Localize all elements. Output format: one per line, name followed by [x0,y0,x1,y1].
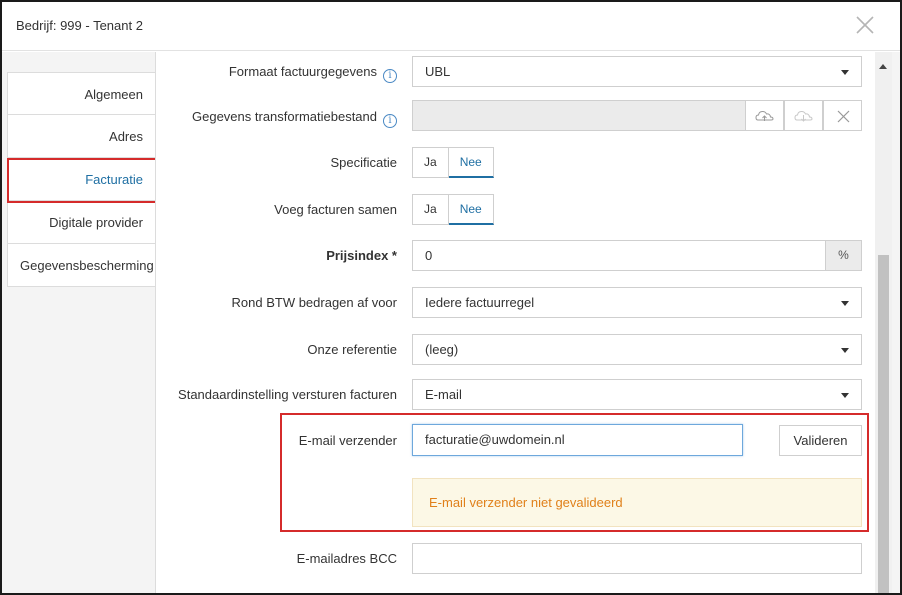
dialog-body: Algemeen Adres Facturatie Digitale provi… [2,52,900,593]
info-icon[interactable]: i [383,69,397,83]
transform-label: Gegevens transformatiebestand i [192,108,397,128]
close-icon[interactable] [854,14,876,36]
upload-button[interactable] [745,100,784,131]
email-verzender-label: E-mail verzender [298,433,397,448]
scroll-up-arrow-icon[interactable] [879,64,887,69]
prijsindex-label: Prijsindex * [326,248,397,263]
rond-btw-select[interactable]: Iedere factuurregel [412,287,862,318]
cloud-upload-icon [755,110,774,121]
specificatie-ja-option[interactable]: Ja [412,147,449,178]
specificatie-nee-option[interactable]: Nee [448,147,494,178]
format-select[interactable]: UBL [412,56,862,87]
validate-button[interactable]: Valideren [779,425,862,456]
bcc-label: E-mailadres BCC [296,551,397,566]
sidebar-item-label: Algemeen [84,87,143,102]
standaard-select[interactable]: E-mail [412,379,862,410]
voeg-samen-ja-option[interactable]: Ja [412,194,449,225]
sidebar-item-label: Digitale provider [49,215,143,230]
transform-file-field[interactable] [412,100,862,131]
dialog-title: Bedrijf: 999 - Tenant 2 [16,18,143,33]
sidebar-item-digitale-provider[interactable]: Digitale provider [7,201,156,244]
chevron-down-icon [841,348,849,353]
voeg-samen-toggle: Ja Nee [412,194,494,225]
voeg-samen-label: Voeg facturen samen [274,202,397,217]
format-label: Formaat factuurgegevens i [229,63,397,83]
info-icon[interactable]: i [383,114,397,128]
close-icon [837,110,850,123]
email-warning-message: E-mail verzender niet gevalideerd [412,478,862,527]
sidebar-item-gegevensbescherming[interactable]: Gegevensbescherming [7,244,156,287]
specificatie-label: Specificatie [330,155,397,170]
chevron-down-icon [841,393,849,398]
chevron-down-icon [841,301,849,306]
sidebar-item-label: Adres [109,129,143,144]
onze-referentie-select[interactable]: (leeg) [412,334,862,365]
email-verzender-input[interactable]: facturatie@uwdomein.nl [412,424,743,456]
chevron-down-icon [841,70,849,75]
download-button[interactable] [784,100,823,131]
rond-btw-label: Rond BTW bedragen af voor [231,295,397,310]
sidebar-item-facturatie[interactable]: Facturatie [7,158,156,201]
specificatie-toggle: Ja Nee [412,147,494,178]
dialog-header: Bedrijf: 999 - Tenant 2 [2,2,900,51]
voeg-samen-nee-option[interactable]: Nee [448,194,494,225]
sidebar-item-algemeen[interactable]: Algemeen [7,72,156,115]
cloud-download-icon [794,110,813,122]
prijsindex-input[interactable]: 0 % [412,240,862,271]
scrollbar[interactable] [875,52,892,593]
sidebar-item-adres[interactable]: Adres [7,115,156,158]
sidebar-nav: Algemeen Adres Facturatie Digitale provi… [7,72,156,287]
percent-suffix: % [825,240,862,271]
form-panel: Formaat factuurgegevens i UBL Gegevens tr… [155,52,875,593]
onze-referentie-label: Onze referentie [307,342,397,357]
clear-file-button[interactable] [823,100,862,131]
standaard-label: Standaardinstelling versturen facturen [178,387,397,402]
sidebar-item-label: Facturatie [85,172,143,187]
sidebar-item-label: Gegevensbescherming [20,258,154,273]
bcc-input[interactable] [412,543,862,574]
dialog: Bedrijf: 999 - Tenant 2 Algemeen Adres F… [0,0,902,595]
scrollbar-thumb[interactable] [878,255,889,593]
